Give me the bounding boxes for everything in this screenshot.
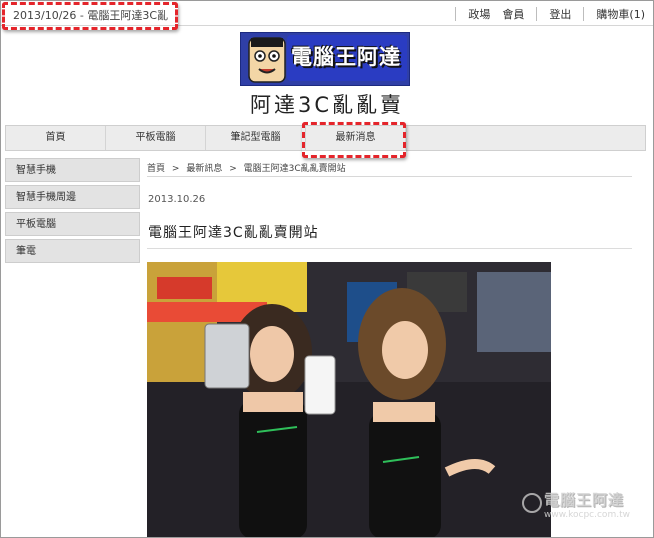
sidebar-item-tablet[interactable]: 平板電腦 (5, 212, 140, 236)
nav-laptop[interactable]: 筆記型電腦 (206, 126, 306, 150)
watermark: 電腦王阿達 www.kocpc.com.tw (522, 489, 650, 529)
page-date-title: 2013/10/26 - 電腦王阿達3C亂 (13, 9, 169, 22)
breadcrumb-news[interactable]: 最新訊息 (186, 164, 222, 174)
breadcrumb: 首頁 > 最新訊息 > 電腦王阿達3C亂亂賣開站 (147, 161, 632, 177)
sidebar: 智慧手機 智慧手機周邊 平板電腦 筆電 (5, 158, 140, 266)
sidebar-item-smartphone[interactable]: 智慧手機 (5, 158, 140, 182)
nav-news[interactable]: 最新消息 (306, 126, 406, 150)
divider (455, 6, 457, 21)
post-title: 電腦王阿達3C亂亂賣開站 (148, 225, 319, 241)
watermark-text: 電腦王阿達 (544, 491, 625, 509)
post-date: 2013.10.26 (148, 194, 206, 205)
top-link-0[interactable]: 政場 (468, 6, 490, 22)
breadcrumb-sep: > (229, 164, 237, 174)
member-link[interactable]: 會員 (502, 6, 524, 22)
logo-text: 電腦王阿達 (291, 45, 401, 69)
browser-page: 2013/10/26 - 電腦王阿達3C亂 政場 會員 登出 購物車(1) 電腦… (0, 0, 654, 538)
top-bar: 2013/10/26 - 電腦王阿達3C亂 政場 會員 登出 購物車(1) (1, 1, 653, 26)
logout-link[interactable]: 登出 (549, 6, 571, 22)
divider (583, 6, 585, 21)
post-photo (147, 262, 551, 537)
sidebar-item-notebook[interactable]: 筆電 (5, 239, 140, 263)
nav-home[interactable]: 首頁 (6, 126, 106, 150)
watermark-url: www.kocpc.com.tw (544, 510, 630, 520)
photo-illustration (147, 262, 551, 537)
divider (536, 6, 538, 21)
site-title: 阿達3C亂亂賣 (249, 93, 405, 117)
sidebar-item-phone-accessories[interactable]: 智慧手機周邊 (5, 185, 140, 209)
watermark-icon (522, 493, 542, 513)
main-nav: 首頁 平板電腦 筆記型電腦 最新消息 (5, 125, 646, 151)
breadcrumb-sep: > (171, 164, 180, 174)
cart-link[interactable]: 購物車(1) (596, 6, 645, 22)
mascot-icon (248, 37, 286, 83)
top-links: 政場 會員 登出 購物車(1) (443, 1, 645, 26)
breadcrumb-home[interactable]: 首頁 (147, 164, 165, 174)
breadcrumb-current: 電腦王阿達3C亂亂賣開站 (243, 164, 346, 174)
nav-tablet[interactable]: 平板電腦 (106, 126, 206, 150)
site-logo[interactable]: 電腦王阿達 (240, 32, 410, 86)
divider (147, 248, 632, 249)
